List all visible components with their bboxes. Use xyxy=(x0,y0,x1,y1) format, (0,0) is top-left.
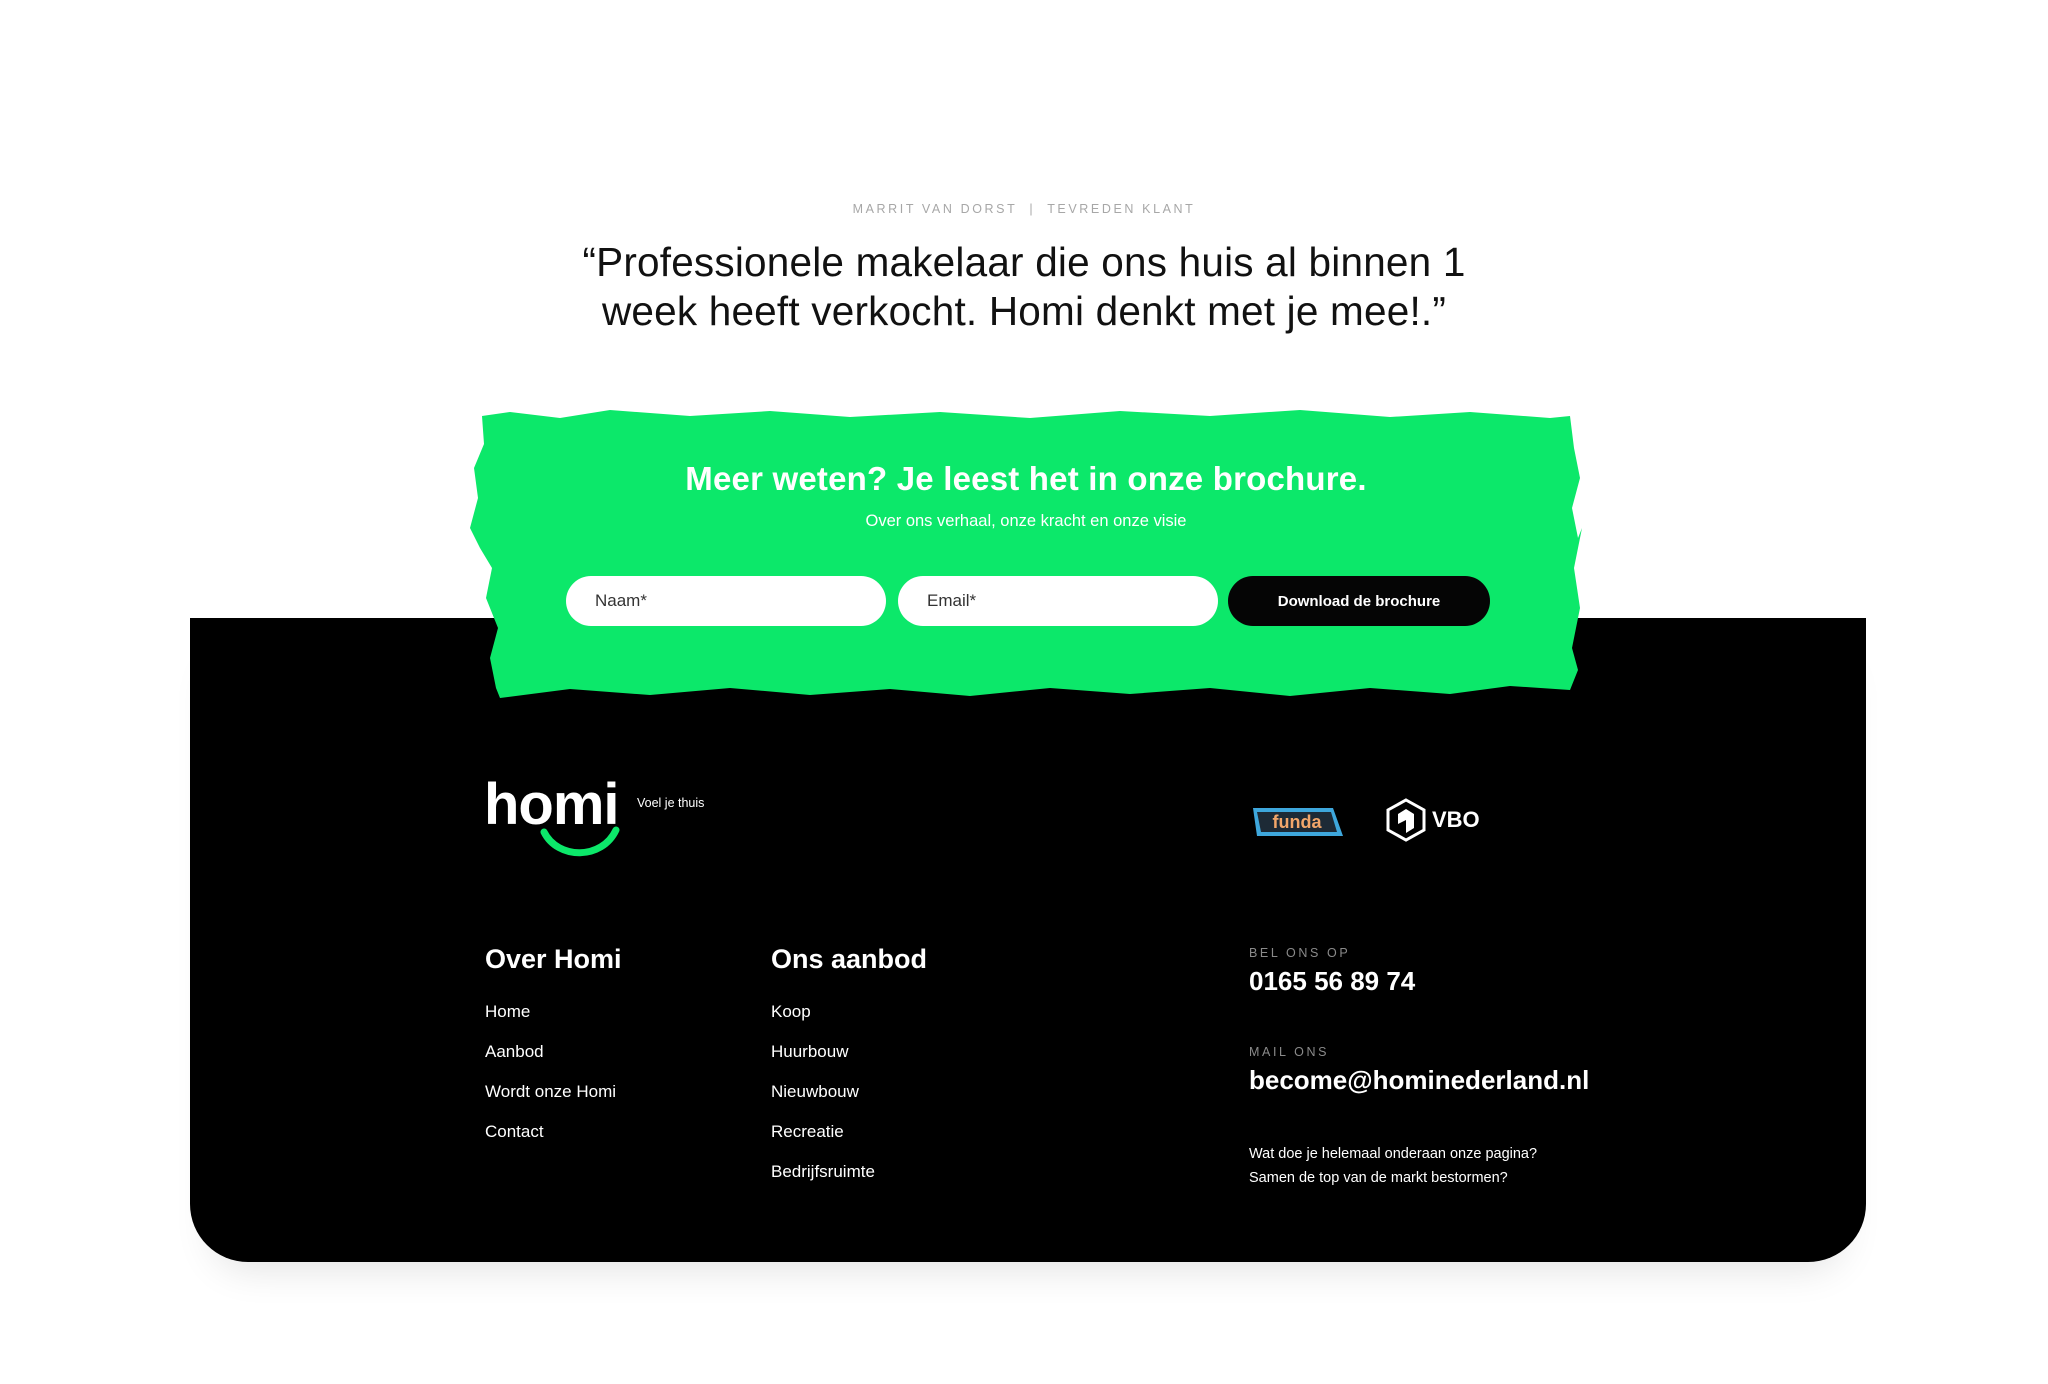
brochure-cta: Meer weten? Je leest het in onze brochur… xyxy=(470,408,1582,698)
testimonial-separator: | xyxy=(1029,202,1036,216)
footer-link-koop[interactable]: Koop xyxy=(771,1001,875,1041)
phone-label: BEL ONS OP xyxy=(1249,946,1351,960)
footer-link-recreatie[interactable]: Recreatie xyxy=(771,1121,875,1161)
logo-tagline: Voel je thuis xyxy=(637,796,705,810)
ons-aanbod-links: Koop Huurbouw Nieuwbouw Recreatie Bedrij… xyxy=(771,1001,875,1201)
page: MARRIT VAN DORST | TEVREDEN KLANT “Profess… xyxy=(0,0,2048,1384)
mail-label: MAIL ONS xyxy=(1249,1045,1330,1059)
smile-icon xyxy=(540,826,620,857)
contact-note-line-2: Samen de top van de markt bestormen? xyxy=(1249,1170,1508,1186)
name-field[interactable] xyxy=(566,576,886,626)
quote-line-2: week heeft verkocht. Homi denkt met je m… xyxy=(601,288,1447,334)
vbo-icon xyxy=(1386,798,1426,842)
footer-link-wordt-onze-homi[interactable]: Wordt onze Homi xyxy=(485,1081,616,1121)
footer-link-nieuwbouw[interactable]: Nieuwbouw xyxy=(771,1081,875,1121)
column-title-ons-aanbod: Ons aanbod xyxy=(771,944,928,974)
vbo-logo[interactable]: VBO xyxy=(1386,798,1480,842)
footer-link-huurbouw[interactable]: Huurbouw xyxy=(771,1041,875,1081)
funda-text: funda xyxy=(1273,812,1323,832)
footer-link-home[interactable]: Home xyxy=(485,1001,616,1041)
footer-link-aanbod[interactable]: Aanbod xyxy=(485,1041,616,1081)
contact-note: Wat doe je helemaal onderaan onze pagina… xyxy=(1249,1142,1669,1190)
email-field[interactable] xyxy=(898,576,1218,626)
testimonial-meta: MARRIT VAN DORST | TEVREDEN KLANT xyxy=(0,202,2048,216)
email-link[interactable]: become@hominederland.nl xyxy=(1249,1065,1589,1096)
contact-note-line-1: Wat doe je helemaal onderaan onze pagina… xyxy=(1249,1146,1538,1162)
testimonial-role: TEVREDEN KLANT xyxy=(1047,202,1196,216)
download-brochure-button[interactable]: Download de brochure xyxy=(1228,576,1490,626)
vbo-text: VBO xyxy=(1432,807,1480,832)
over-homi-links: Home Aanbod Wordt onze Homi Contact xyxy=(485,1001,616,1161)
homi-logo[interactable]: homi Voel je thuis xyxy=(484,776,724,860)
footer-link-bedrijfsruimte[interactable]: Bedrijfsruimte xyxy=(771,1161,875,1201)
brochure-title: Meer weten? Je leest het in onze brochur… xyxy=(685,460,1367,497)
brochure-subtitle: Over ons verhaal, onze kracht en onze vi… xyxy=(865,512,1187,530)
column-title-over-homi: Over Homi xyxy=(485,944,622,974)
footer-link-contact[interactable]: Contact xyxy=(485,1121,616,1161)
testimonial-author: MARRIT VAN DORST xyxy=(852,202,1018,216)
funda-logo[interactable]: funda xyxy=(1249,804,1345,845)
testimonial-quote: “Professionele makelaar die ons huis al … xyxy=(524,238,1524,336)
brush-stroke-background xyxy=(470,410,1582,698)
quote-line-1: “Professionele makelaar die ons huis al … xyxy=(582,239,1466,285)
phone-number[interactable]: 0165 56 89 74 xyxy=(1249,966,1415,997)
